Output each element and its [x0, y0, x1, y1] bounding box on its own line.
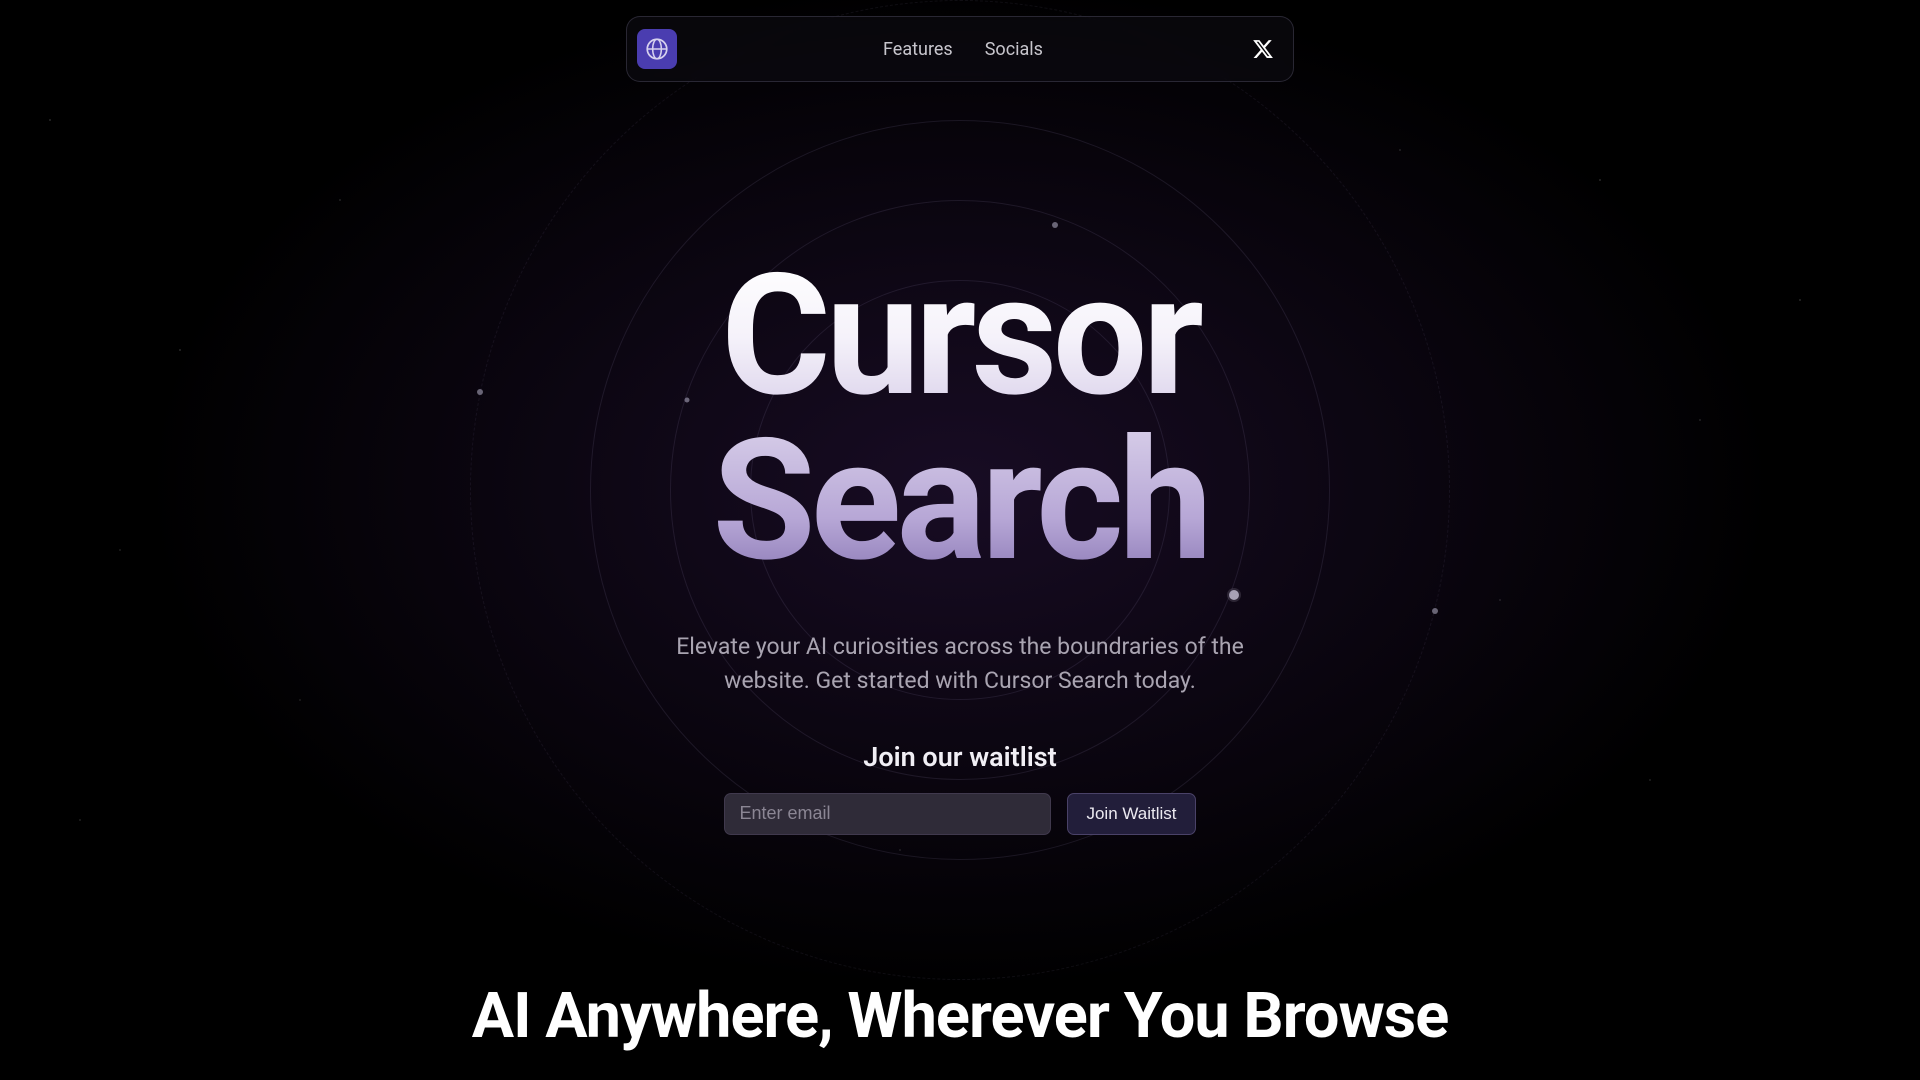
- waitlist-form: Join Waitlist: [0, 793, 1920, 835]
- nav-link-features[interactable]: Features: [883, 39, 953, 60]
- waitlist-heading: Join our waitlist: [0, 741, 1920, 773]
- nav-links: Features Socials: [677, 39, 1249, 60]
- section2-title: AI Anywhere, Wherever You Browse: [0, 980, 1920, 1053]
- nav-link-socials[interactable]: Socials: [985, 39, 1043, 60]
- hero-title: Cursor Search: [0, 255, 1920, 584]
- hero-subtitle: Elevate your AI curiosities across the b…: [640, 630, 1280, 697]
- join-waitlist-button[interactable]: Join Waitlist: [1067, 793, 1195, 835]
- section-ai-anywhere: AI Anywhere, Wherever You Browse: [0, 980, 1920, 1053]
- hero-section: Cursor Search Elevate your AI curiositie…: [0, 255, 1920, 835]
- hero-title-line2: Search: [712, 403, 1207, 600]
- x-twitter-icon[interactable]: [1249, 35, 1277, 63]
- email-input[interactable]: [724, 793, 1051, 835]
- top-navbar: Features Socials: [626, 16, 1294, 82]
- logo-icon[interactable]: [637, 29, 677, 69]
